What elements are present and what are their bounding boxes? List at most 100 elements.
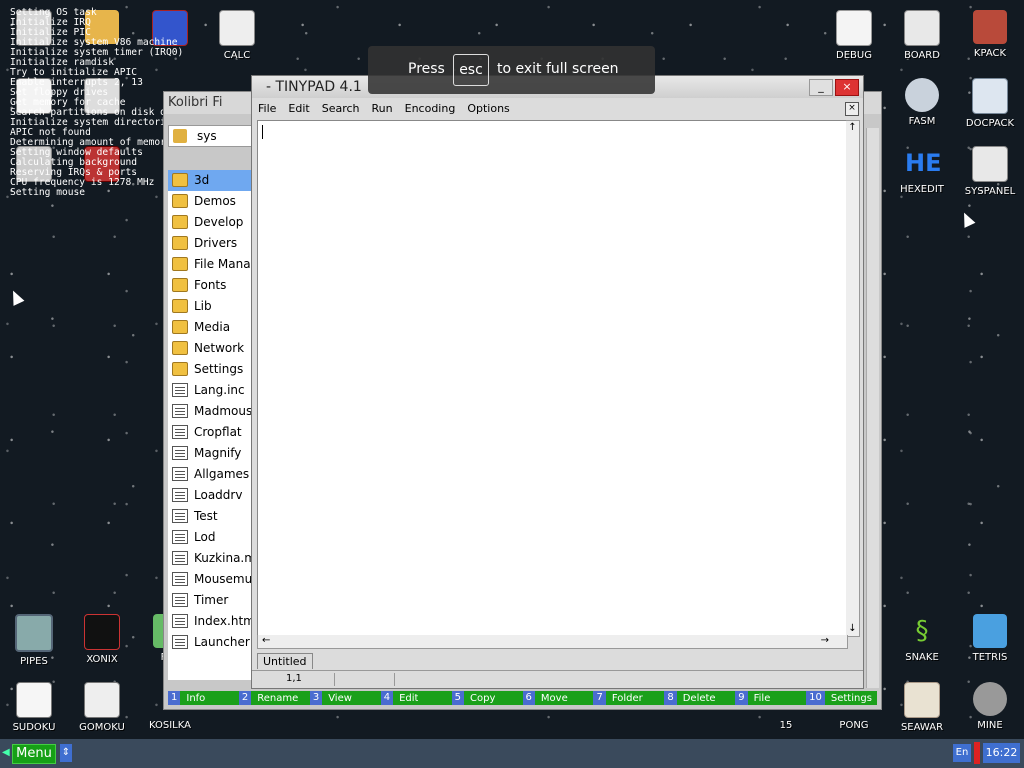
fkey-view[interactable]: 3 View bbox=[309, 691, 381, 705]
file-list-item[interactable]: Allgames bbox=[168, 464, 252, 485]
file-list-item[interactable]: Magnify bbox=[168, 443, 252, 464]
file-list-item[interactable]: Timer bbox=[168, 590, 252, 611]
fkey-edit[interactable]: 4 Edit bbox=[380, 691, 452, 705]
folder-icon bbox=[172, 299, 188, 313]
file-list-item[interactable]: Media bbox=[168, 317, 252, 338]
file-name: Settings bbox=[194, 362, 244, 376]
scroll-right-icon[interactable]: → bbox=[821, 635, 829, 646]
close-button[interactable]: × bbox=[835, 79, 859, 96]
desktop-icon-docpack[interactable]: DOCPACK bbox=[956, 78, 1024, 129]
menu-item-encoding[interactable]: Encoding bbox=[399, 99, 462, 117]
file-name: Test bbox=[194, 509, 218, 523]
file-list-item[interactable]: File Mana bbox=[168, 254, 252, 275]
file-name: Index.htm bbox=[194, 614, 252, 628]
scroll-left-icon[interactable]: ← bbox=[262, 635, 270, 646]
file-list-item[interactable]: Test bbox=[168, 506, 252, 527]
file-list-item[interactable]: Cropflat bbox=[168, 422, 252, 443]
file-list-item[interactable]: Launcher bbox=[168, 632, 252, 653]
desktop-icon-snake[interactable]: § SNAKE bbox=[888, 614, 956, 663]
file-list-item[interactable]: Fonts bbox=[168, 275, 252, 296]
file-list-item[interactable]: Drivers bbox=[168, 233, 252, 254]
kpack-icon bbox=[973, 10, 1007, 44]
file-name: Kuzkina.m bbox=[194, 551, 252, 565]
clock[interactable]: 16:22 bbox=[983, 743, 1020, 763]
desktop-icon-calc[interactable]: CALC bbox=[203, 10, 271, 61]
menu-item-file[interactable]: File bbox=[252, 99, 282, 117]
file-name: Demos bbox=[194, 194, 236, 208]
desktop-icon-gomoku[interactable]: GOMOKU bbox=[68, 682, 136, 733]
file-manager-scrollbar[interactable] bbox=[866, 128, 879, 688]
desktop-icon-sudoku[interactable]: SUDOKU bbox=[0, 682, 68, 733]
desktop-icon-pipes[interactable]: PIPES bbox=[0, 614, 68, 667]
hexedit-icon: HE bbox=[905, 149, 942, 177]
folder-icon bbox=[172, 236, 188, 250]
minimize-button[interactable]: _ bbox=[809, 79, 833, 96]
file-manager-path[interactable]: sys bbox=[168, 125, 252, 147]
menu-item-options[interactable]: Options bbox=[461, 99, 515, 117]
pipes-icon bbox=[15, 614, 53, 652]
menu-item-edit[interactable]: Edit bbox=[282, 99, 315, 117]
file-list-item[interactable]: Loaddrv bbox=[168, 485, 252, 506]
desktop-icon-mine[interactable]: MINE bbox=[956, 682, 1024, 731]
cursor-position: 1,1 bbox=[286, 673, 302, 684]
desktop-icon-fasm[interactable]: FASM bbox=[888, 78, 956, 127]
fkey-delete[interactable]: 8 Delete bbox=[664, 691, 735, 705]
xonix-icon bbox=[84, 614, 120, 650]
desktop-icon-xonix[interactable]: XONIX bbox=[68, 614, 136, 665]
file-list-item[interactable]: Network bbox=[168, 338, 252, 359]
status-bar: 1,1 bbox=[252, 670, 863, 688]
file-list-item[interactable]: 3d bbox=[168, 170, 252, 191]
file-list[interactable]: 3d Demos Develop Drivers File Mana Fonts Lib Me… bbox=[168, 170, 252, 680]
fkey-number: 8 bbox=[664, 691, 677, 705]
desktop-icon-board[interactable]: BOARD bbox=[888, 10, 956, 61]
language-indicator[interactable]: En bbox=[953, 744, 971, 762]
fkey-number: 10 bbox=[806, 691, 825, 705]
tinypad-title: - TINYPAD 4.1 bbox=[266, 79, 362, 95]
fkey-info[interactable]: 1 Info bbox=[168, 691, 239, 705]
desktop-icon-seawar[interactable]: SEAWAR bbox=[888, 682, 956, 733]
desktop-icon-debug[interactable]: DEBUG bbox=[820, 10, 888, 61]
text-editor[interactable] bbox=[257, 120, 848, 637]
fkey-settings[interactable]: 10 Settings bbox=[806, 691, 877, 705]
menu-item-search[interactable]: Search bbox=[316, 99, 366, 117]
file-list-item[interactable]: Lang.inc bbox=[168, 380, 252, 401]
fkey-folder[interactable]: 7 Folder bbox=[593, 691, 664, 705]
fkey-number: 7 bbox=[593, 691, 606, 705]
fkey-copy[interactable]: 5 Copy bbox=[451, 691, 523, 705]
file-list-item[interactable]: Kuzkina.m bbox=[168, 548, 252, 569]
fkey-label: Copy bbox=[470, 692, 496, 704]
close-document-button[interactable]: × bbox=[845, 102, 859, 116]
file-list-item[interactable]: Settings bbox=[168, 359, 252, 380]
vertical-scrollbar[interactable]: ↑ ↓ bbox=[846, 120, 860, 637]
fkey-file[interactable]: 9 File bbox=[735, 691, 806, 705]
desktop-icon-tetris[interactable]: TETRIS bbox=[956, 614, 1024, 663]
file-list-item[interactable]: Madmous bbox=[168, 401, 252, 422]
file-list-item[interactable]: Mousemu bbox=[168, 569, 252, 590]
menu-button[interactable]: Menu bbox=[12, 744, 56, 764]
fkey-move[interactable]: 6 Move bbox=[522, 691, 594, 705]
menu-item-run[interactable]: Run bbox=[366, 99, 399, 117]
file-list-item[interactable]: Index.htm bbox=[168, 611, 252, 632]
desktop-icon-hexedit[interactable]: HE HEXEDIT bbox=[888, 146, 956, 195]
file-list-item[interactable]: Develop bbox=[168, 212, 252, 233]
scroll-up-icon[interactable]: ↑ bbox=[846, 122, 859, 133]
file-list-item[interactable]: Demos bbox=[168, 191, 252, 212]
folder-icon bbox=[172, 257, 188, 271]
file-file-icon bbox=[172, 404, 188, 418]
arrow-left-icon[interactable]: ◀ bbox=[2, 747, 10, 758]
horizontal-scrollbar[interactable]: ← → bbox=[257, 635, 848, 649]
window-switch-button[interactable]: ⇕ bbox=[60, 744, 72, 762]
file-file-icon bbox=[172, 467, 188, 481]
fkey-rename[interactable]: 2 Rename bbox=[238, 691, 310, 705]
desktop-icon-syspanel[interactable]: SYSPANEL bbox=[956, 146, 1024, 197]
desktop-icon-kpack[interactable]: KPACK bbox=[956, 10, 1024, 59]
file-file-icon bbox=[172, 425, 188, 439]
file-name: Network bbox=[194, 341, 245, 355]
file-list-item[interactable]: Lib bbox=[168, 296, 252, 317]
fkey-label: Folder bbox=[611, 692, 643, 704]
tinypad-window[interactable]: - TINYPAD 4.1 _ × File Edit Search Run Encod… bbox=[251, 75, 864, 689]
media-file-icon bbox=[172, 551, 188, 565]
file-list-item[interactable]: Lod bbox=[168, 527, 252, 548]
document-tab[interactable]: Untitled bbox=[257, 653, 313, 669]
scroll-down-icon[interactable]: ↓ bbox=[846, 623, 859, 634]
